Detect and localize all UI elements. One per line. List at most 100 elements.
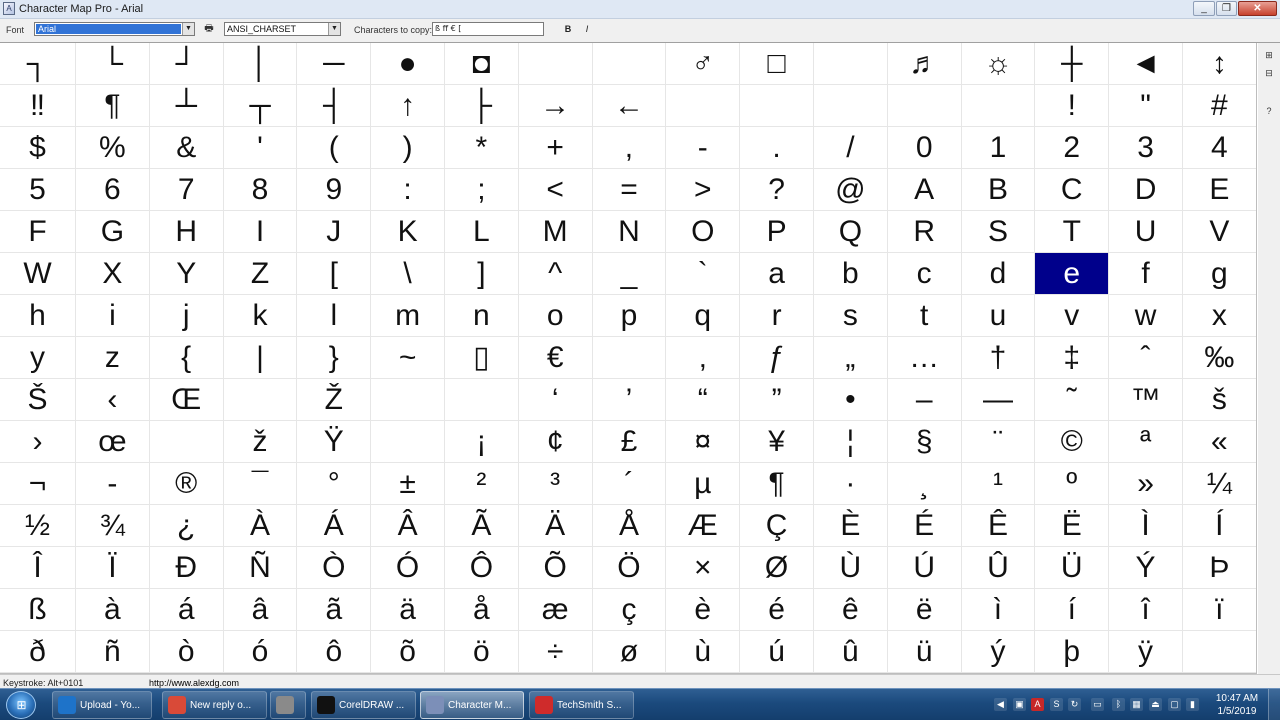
char-cell[interactable]: j [149, 295, 224, 337]
char-cell[interactable]: ← [592, 85, 667, 127]
italic-button[interactable]: I [581, 23, 593, 36]
char-cell[interactable]: ° [297, 463, 372, 505]
char-cell[interactable]: † [961, 337, 1036, 379]
char-cell[interactable]: â [223, 589, 298, 631]
char-cell[interactable]: ï [1182, 589, 1256, 631]
usb-icon[interactable]: ⏏ [1149, 698, 1162, 711]
char-cell[interactable]: É [887, 505, 962, 547]
char-cell[interactable]: @ [813, 169, 888, 211]
char-cell[interactable]: 8 [223, 169, 298, 211]
char-cell[interactable] [592, 43, 667, 85]
char-cell[interactable]: ƒ [740, 337, 814, 379]
maximize-button[interactable]: ❐ [1216, 1, 1237, 16]
char-cell[interactable]: » [1109, 463, 1183, 505]
char-cell[interactable]: J [297, 211, 372, 253]
char-cell[interactable]: Ž [297, 379, 372, 421]
char-cell[interactable]: µ [666, 463, 741, 505]
char-cell[interactable]: Ï [76, 547, 150, 589]
char-cell[interactable]: à [76, 589, 150, 631]
char-cell[interactable]: ² [444, 463, 519, 505]
char-cell[interactable]: ~ [371, 337, 445, 379]
char-cell[interactable]: f [1109, 253, 1183, 295]
char-cell[interactable]: ] [444, 253, 519, 295]
char-cell[interactable]: € [518, 337, 593, 379]
char-cell[interactable]: ─ [297, 43, 372, 85]
char-cell[interactable]: û [813, 631, 888, 673]
char-cell[interactable]: § [887, 421, 962, 463]
char-cell[interactable]: è [666, 589, 741, 631]
char-cell[interactable]: ^ [518, 253, 593, 295]
char-cell[interactable]: ô [297, 631, 372, 673]
char-cell[interactable]: ’ [592, 379, 667, 421]
char-cell[interactable]: ‹ [76, 379, 150, 421]
char-cell[interactable]: œ [76, 421, 150, 463]
char-cell-selected[interactable]: e [1035, 253, 1110, 295]
char-cell[interactable]: A [887, 169, 962, 211]
char-cell[interactable]: Ù [813, 547, 888, 589]
char-cell[interactable]: Û [961, 547, 1036, 589]
char-cell[interactable]: Y [149, 253, 224, 295]
char-cell[interactable]: ├ [444, 85, 519, 127]
char-cell[interactable]: ” [740, 379, 814, 421]
char-cell[interactable]: W [0, 253, 76, 295]
char-cell[interactable]: \ [371, 253, 445, 295]
char-cell[interactable]: t [887, 295, 962, 337]
char-cell[interactable]: • [813, 379, 888, 421]
char-cell[interactable]: / [813, 127, 888, 169]
char-cell[interactable]: ‚ [666, 337, 741, 379]
char-cell[interactable]: Ê [961, 505, 1036, 547]
char-cell[interactable]: Ü [1035, 547, 1110, 589]
charset-select[interactable]: ANSI_CHARSET ▼ [224, 22, 341, 36]
char-cell[interactable]: U [1109, 211, 1183, 253]
char-cell[interactable]: % [76, 127, 150, 169]
char-cell[interactable]: R [887, 211, 962, 253]
char-cell[interactable]: ó [223, 631, 298, 673]
char-cell[interactable]: º [1035, 463, 1110, 505]
char-cell[interactable]: ♂ [666, 43, 741, 85]
char-cell[interactable]: í [1035, 589, 1110, 631]
collapse-icon[interactable]: ⊟ [1263, 67, 1275, 79]
characters-to-copy-input[interactable]: ß ff € [ [432, 22, 544, 36]
char-cell[interactable] [813, 85, 888, 127]
char-cell[interactable]: ß [0, 589, 76, 631]
char-cell[interactable]: D [1109, 169, 1183, 211]
char-cell[interactable]: B [961, 169, 1036, 211]
char-cell[interactable]: ™ [1109, 379, 1183, 421]
char-cell[interactable]: ® [149, 463, 224, 505]
char-cell[interactable]: ³ [518, 463, 593, 505]
char-cell[interactable]: ↑ [371, 85, 445, 127]
char-cell[interactable] [740, 85, 814, 127]
char-cell[interactable]: F [0, 211, 76, 253]
char-cell[interactable]: Ñ [223, 547, 298, 589]
char-cell[interactable]: ' [223, 127, 298, 169]
char-cell[interactable] [887, 85, 962, 127]
char-cell[interactable]: Ø [740, 547, 814, 589]
char-cell[interactable]: X [76, 253, 150, 295]
char-cell[interactable]: „ [813, 337, 888, 379]
char-cell[interactable]: & [149, 127, 224, 169]
char-cell[interactable]: ½ [0, 505, 76, 547]
char-cell[interactable]: w [1109, 295, 1183, 337]
char-cell[interactable]: c [887, 253, 962, 295]
char-cell[interactable]: ¢ [518, 421, 593, 463]
char-cell[interactable]: õ [371, 631, 445, 673]
char-cell[interactable]: P [740, 211, 814, 253]
action-center-icon[interactable]: ▭ [1091, 698, 1104, 711]
char-cell[interactable]: Ã [444, 505, 519, 547]
char-cell[interactable]: N [592, 211, 667, 253]
char-cell[interactable]: ä [371, 589, 445, 631]
char-cell[interactable] [223, 379, 298, 421]
char-cell[interactable]: ¶ [740, 463, 814, 505]
char-cell[interactable]: ¯ [223, 463, 298, 505]
char-cell[interactable]: │ [223, 43, 298, 85]
char-cell[interactable]: ö [444, 631, 519, 673]
char-cell[interactable]: Ð [149, 547, 224, 589]
char-cell[interactable]: Ì [1109, 505, 1183, 547]
char-cell[interactable]: ± [371, 463, 445, 505]
display-icon[interactable]: ▢ [1168, 698, 1181, 711]
char-cell[interactable]: $ [0, 127, 76, 169]
char-cell[interactable]: ▯ [444, 337, 519, 379]
char-cell[interactable]: Ó [371, 547, 445, 589]
char-cell[interactable] [371, 379, 445, 421]
char-cell[interactable]: 5 [0, 169, 76, 211]
